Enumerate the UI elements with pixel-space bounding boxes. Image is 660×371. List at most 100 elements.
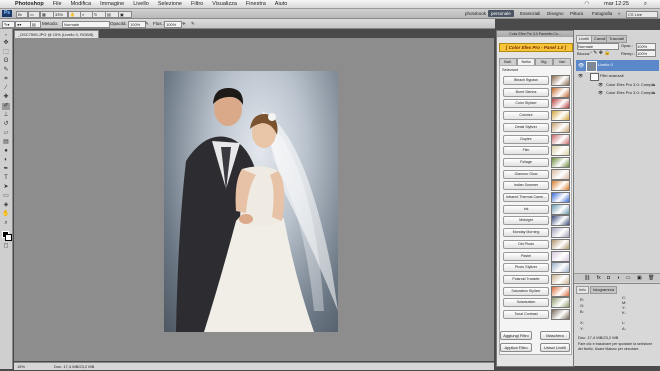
add-filter-button[interactable]: Aggiungi Filtro (500, 331, 532, 340)
smart-filter-2-label[interactable]: Color Efex Pro 3.0: Compl... (606, 89, 656, 97)
extras-icon[interactable]: ▦ (40, 11, 54, 18)
filter-button[interactable]: Color Stylizer (503, 99, 549, 109)
filter-row[interactable]: Tonal Contrast (503, 309, 570, 320)
filter-thumbnail[interactable] (551, 156, 570, 168)
menu-window[interactable]: Finestra (246, 1, 266, 7)
filter-row[interactable]: Detail Stylizer (503, 121, 570, 133)
menu-app[interactable]: Photoshop (15, 1, 44, 7)
filter-button[interactable]: Glamour Glow (503, 169, 549, 179)
filter-thumbnail[interactable] (551, 285, 570, 297)
healing-brush-tool-icon[interactable]: ✚ (2, 94, 10, 101)
brush-tool-icon[interactable]: ✐ (2, 103, 10, 110)
filter-thumbnail[interactable] (551, 309, 570, 320)
filter-button[interactable]: Solarization (503, 298, 549, 308)
link-layers-icon[interactable]: ⛓ (584, 275, 590, 281)
filter-button[interactable]: Saturation Stylizer (503, 286, 549, 296)
marquee-tool-icon[interactable]: ⬚ (2, 49, 10, 56)
toolbox-collapse-icon[interactable]: » (2, 31, 10, 38)
filter-row[interactable]: Film (503, 145, 570, 157)
filter-row[interactable]: Solarization (503, 297, 570, 309)
layer-opacity-field[interactable]: 100% (636, 43, 656, 50)
workspace-photobook[interactable]: photobook (462, 10, 489, 17)
filter-button[interactable]: Detail Stylizer (503, 122, 549, 132)
pen-tool-icon[interactable]: ✒ (2, 166, 10, 173)
minibridge-icon[interactable]: ▭ (28, 11, 40, 18)
zoom-level[interactable]: 33% (53, 11, 68, 18)
spotlight-icon[interactable]: ⌕ (644, 1, 647, 8)
visibility-eye-icon[interactable]: 👁 (578, 72, 583, 80)
layer-row-livello0[interactable]: 👁 Livello 0 (576, 60, 659, 72)
filter-row[interactable]: Foliage (503, 156, 570, 168)
filter-thumbnail[interactable] (551, 273, 570, 285)
layer-style-icon[interactable]: fx (597, 275, 601, 281)
pressure-opacity-icon[interactable]: ✎ (145, 21, 149, 26)
filter-thumbnail[interactable] (551, 262, 570, 274)
filter-row[interactable]: Polaroid Transfer (503, 273, 570, 285)
merge-layers-button[interactable]: Unisci Livelli (540, 343, 570, 352)
eraser-tool-icon[interactable]: ▱ (2, 130, 10, 137)
brush-preset-picker[interactable]: ●▾ (15, 21, 31, 28)
filter-button[interactable]: Bleach Bypass (503, 76, 549, 85)
menu-image[interactable]: Immagine (100, 1, 124, 7)
filter-options-icon[interactable]: ≑ (652, 81, 655, 89)
filter-row[interactable]: Indian Summer (503, 180, 570, 192)
shape-tool-icon[interactable]: ▭ (2, 193, 10, 200)
menu-file[interactable]: File (53, 1, 62, 7)
smart-filter-1[interactable]: 👁 Color Efex Pro 3.0: Compl... ≑ (576, 81, 659, 89)
screen-mode-icon[interactable]: ▣ (118, 11, 132, 18)
trash-icon[interactable]: 🗑 (648, 275, 654, 281)
filter-mask-thumbnail[interactable] (590, 73, 599, 81)
add-mask-icon[interactable]: ◘ (607, 275, 610, 281)
filter-button[interactable]: Pastel (503, 251, 549, 261)
flow-field[interactable]: 100% (164, 21, 182, 28)
menu-layer[interactable]: Livello (133, 1, 149, 7)
filter-row[interactable]: Duplex (503, 133, 570, 145)
filter-thumbnail[interactable] (551, 145, 570, 157)
filter-row[interactable]: Burnt Sienna (503, 86, 570, 98)
filter-thumbnail[interactable] (551, 75, 570, 86)
filter-thumbnail[interactable] (551, 203, 570, 215)
filter-row[interactable]: Old Photo (503, 238, 570, 250)
mask-button[interactable]: Maschera (540, 331, 570, 340)
zoom-tool-icon[interactable]: ⌕ (2, 220, 10, 227)
filter-thumbnail[interactable] (551, 297, 570, 309)
tab-layers[interactable]: Livelli (576, 35, 593, 43)
menu-view[interactable]: Visualizza (212, 1, 237, 7)
visibility-eye-icon[interactable]: 👁 (578, 62, 584, 70)
tool-preset-picker[interactable]: ✎▾ (2, 21, 15, 28)
pressure-size-icon[interactable]: ✎ (191, 21, 195, 26)
bridge-icon[interactable]: Br (16, 11, 28, 18)
3d-rotate-tool-icon[interactable]: ◈ (2, 202, 10, 209)
filter-thumbnail[interactable] (551, 180, 570, 192)
adjustment-layer-icon[interactable]: ◑ (616, 275, 619, 281)
quick-selection-tool-icon[interactable]: ✎ (2, 67, 10, 74)
filter-thumbnail[interactable] (551, 238, 570, 250)
airbrush-icon[interactable]: ✈ (182, 21, 186, 26)
filter-row[interactable]: Pastel (503, 250, 570, 262)
workspace-pittura[interactable]: Pittura (567, 10, 586, 17)
filter-button[interactable]: Old Photo (503, 239, 549, 249)
eyedropper-tool-icon[interactable]: ⁄ (2, 85, 10, 92)
workspace-essenziali[interactable]: Essenziali (517, 10, 543, 17)
workspace-fotografia[interactable]: Fotografia (589, 10, 615, 17)
filter-button[interactable]: Ink (503, 204, 549, 214)
fill-field[interactable]: 100% (636, 50, 656, 57)
move-tool-icon[interactable]: ✥ (2, 40, 10, 47)
blend-mode-select[interactable]: Normale (577, 43, 619, 50)
tab-histogram[interactable]: Istogramma (590, 286, 618, 294)
menu-edit[interactable]: Modifica (71, 1, 91, 7)
tab-paths[interactable]: Tracciati (606, 35, 627, 43)
type-tool-icon[interactable]: T (2, 175, 10, 182)
filter-button[interactable]: Photo Stylizer (503, 263, 549, 273)
menu-help[interactable]: Aiuto (275, 1, 288, 7)
cs-live-button[interactable]: CS Live (626, 11, 658, 18)
quick-mask-icon[interactable]: ◻ (2, 243, 10, 250)
smart-filters-row[interactable]: 👁 Filtri avanzati (576, 72, 659, 81)
filter-thumbnail[interactable] (551, 227, 570, 239)
filter-thumbnail[interactable] (551, 133, 570, 145)
gradient-tool-icon[interactable]: ▤ (2, 139, 10, 146)
lock-icons[interactable]: ▫ ✎ ✥ 🔒 (590, 50, 611, 56)
filter-button[interactable]: Film (503, 146, 549, 156)
blur-tool-icon[interactable]: ● (2, 148, 10, 155)
rotate-view-icon[interactable]: ↻ (92, 11, 106, 18)
